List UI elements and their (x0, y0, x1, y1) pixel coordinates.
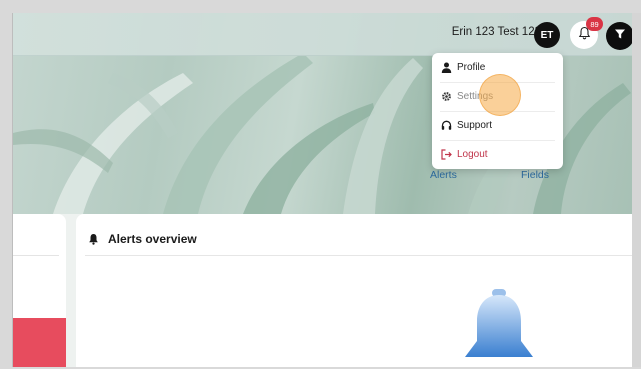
gear-icon (440, 91, 452, 103)
person-icon (440, 62, 452, 74)
bell-icon (88, 233, 100, 245)
user-name[interactable]: Erin 123 Test 123 (452, 26, 541, 38)
menu-item-label: Support (457, 120, 493, 131)
card-divider (85, 255, 633, 256)
menu-item-logout[interactable]: Logout (432, 140, 563, 169)
menu-item-label: Logout (457, 149, 488, 160)
top-bar: Erin 123 Test 123 ET 89 (13, 13, 641, 56)
avatar[interactable]: ET (534, 22, 560, 48)
alerts-overview-card: Alerts overview (76, 214, 641, 367)
nav-alerts-link[interactable]: Alerts (430, 169, 457, 181)
headset-icon (440, 120, 452, 132)
alerts-overview-header: Alerts overview (88, 232, 197, 246)
click-indicator (479, 74, 521, 116)
scrollbar[interactable] (632, 13, 641, 367)
alerts-overview-title: Alerts overview (108, 232, 197, 246)
app-window: Alerts Fields Erin 123 Test 123 ET 89 Pr… (12, 13, 641, 367)
bell-illustration-icon (459, 289, 539, 367)
filter-button[interactable] (606, 22, 634, 50)
left-panel-card (13, 214, 66, 367)
notification-count-badge: 89 (586, 17, 603, 31)
menu-item-label: Profile (457, 62, 486, 73)
red-status-block (13, 318, 66, 367)
panel-divider (13, 255, 59, 256)
nav-fields-link[interactable]: Fields (521, 169, 549, 181)
logout-icon (440, 149, 452, 161)
filter-icon (614, 27, 626, 45)
